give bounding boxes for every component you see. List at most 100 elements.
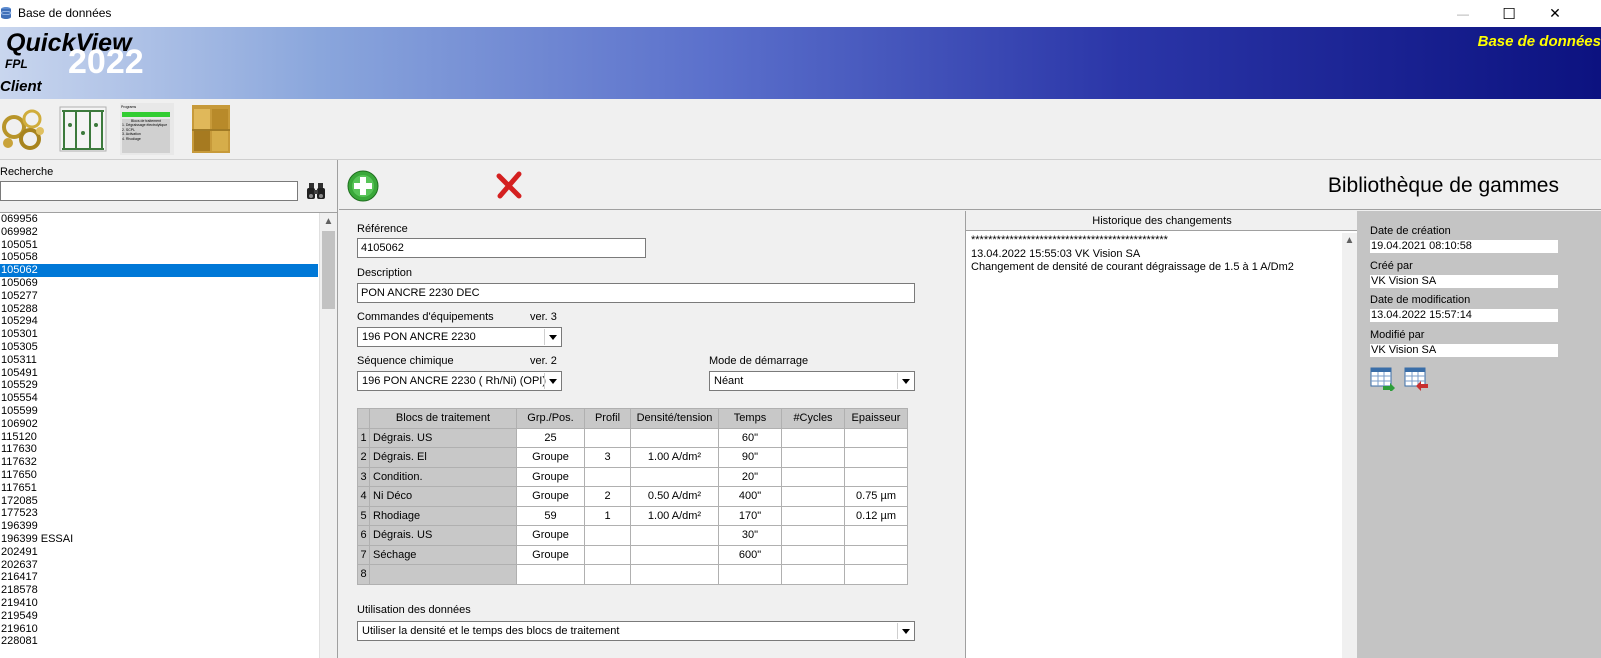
cell-block[interactable] xyxy=(369,564,517,585)
equipment-select[interactable]: 196 PON ANCRE 2230 xyxy=(357,327,562,347)
list-item[interactable]: 202637 xyxy=(0,559,318,572)
table-row[interactable]: 2 Dégrais. El Groupe 3 1.00 A/dm² 90" xyxy=(357,447,908,468)
cell-profile[interactable] xyxy=(584,466,631,487)
list-item[interactable]: 105554 xyxy=(0,392,318,405)
list-item[interactable]: 216417 xyxy=(0,571,318,584)
list-item[interactable]: 228081 xyxy=(0,635,318,648)
cell-cycles[interactable] xyxy=(781,544,845,565)
cell-profile[interactable]: 2 xyxy=(584,486,631,507)
table-import-icon[interactable] xyxy=(1370,367,1396,391)
list-item[interactable]: 105069 xyxy=(0,277,318,290)
table-row[interactable]: 3 Condition. Groupe 20" xyxy=(357,466,908,487)
cell-density[interactable] xyxy=(630,427,719,448)
cell-time[interactable]: 60" xyxy=(718,427,782,448)
cell-cycles[interactable] xyxy=(781,447,845,468)
table-row[interactable]: 5 Rhodiage 59 1 1.00 A/dm² 170" 0.12 µm xyxy=(357,505,908,526)
list-item[interactable]: 105599 xyxy=(0,405,318,418)
cell-block[interactable]: Ni Déco xyxy=(369,486,517,507)
list-item[interactable]: 117630 xyxy=(0,443,318,456)
cell-density[interactable]: 0.50 A/dm² xyxy=(630,486,719,507)
cell-block[interactable]: Rhodiage xyxy=(369,505,517,526)
cell-group[interactable]: Groupe xyxy=(516,466,585,487)
list-scrollbar[interactable]: ▲ xyxy=(319,213,337,658)
list-item[interactable]: 172085 xyxy=(0,495,318,508)
cell-block[interactable]: Dégrais. US xyxy=(369,427,517,448)
list-item[interactable]: 105277 xyxy=(0,290,318,303)
cell-density[interactable]: 1.00 A/dm² xyxy=(630,505,719,526)
cell-profile[interactable]: 1 xyxy=(584,505,631,526)
reference-list[interactable]: 069956 069982 105051 105058 105062 105069 1052… xyxy=(0,212,337,658)
column-header-block[interactable]: Blocs de traitement xyxy=(369,408,517,429)
cell-group[interactable]: 25 xyxy=(516,427,585,448)
column-header-cycles[interactable]: #Cycles xyxy=(781,408,845,429)
cell-thickness[interactable] xyxy=(844,427,908,448)
list-item[interactable]: 117632 xyxy=(0,456,318,469)
list-item[interactable]: 105058 xyxy=(0,251,318,264)
list-item[interactable]: 105294 xyxy=(0,315,318,328)
list-item[interactable]: 105491 xyxy=(0,367,318,380)
scroll-up-icon[interactable]: ▲ xyxy=(1342,233,1357,249)
cell-thickness[interactable] xyxy=(844,544,908,565)
binoculars-icon[interactable] xyxy=(306,180,326,202)
cell-group[interactable]: Groupe xyxy=(516,486,585,507)
archive-tool-button[interactable] xyxy=(188,103,234,155)
column-header-thickness[interactable]: Epaisseur xyxy=(844,408,908,429)
search-input[interactable] xyxy=(0,181,298,201)
chevron-down-icon[interactable] xyxy=(897,373,913,389)
cell-thickness[interactable] xyxy=(844,525,908,546)
cell-time[interactable]: 20" xyxy=(718,466,782,487)
list-item[interactable]: 105288 xyxy=(0,303,318,316)
cell-density[interactable] xyxy=(630,525,719,546)
cell-cycles[interactable] xyxy=(781,525,845,546)
reference-field[interactable]: 4105062 xyxy=(357,238,646,258)
cell-cycles[interactable] xyxy=(781,466,845,487)
table-export-icon[interactable] xyxy=(1404,367,1430,391)
list-item[interactable]: 105305 xyxy=(0,341,318,354)
list-item[interactable]: 069956 xyxy=(0,213,318,226)
column-header-density[interactable]: Densité/tension xyxy=(630,408,719,429)
cell-density[interactable] xyxy=(630,544,719,565)
cell-time[interactable] xyxy=(718,564,782,585)
cell-block[interactable]: Séchage xyxy=(369,544,517,565)
minimize-button[interactable]: — xyxy=(1440,0,1486,27)
history-text[interactable]: ****************************************… xyxy=(971,234,1341,275)
list-item[interactable]: 106902 xyxy=(0,418,318,431)
cell-cycles[interactable] xyxy=(781,486,845,507)
start-mode-select[interactable]: Néant xyxy=(709,371,915,391)
list-item[interactable]: 105051 xyxy=(0,239,318,252)
treatment-blocks-grid[interactable]: Blocs de traitement Grp./Pos. Profil Den… xyxy=(357,408,908,585)
cell-block[interactable]: Dégrais. El xyxy=(369,447,517,468)
cell-thickness[interactable]: 0.75 µm xyxy=(844,486,908,507)
cell-cycles[interactable] xyxy=(781,505,845,526)
chevron-down-icon[interactable] xyxy=(897,623,913,639)
cell-block[interactable]: Condition. xyxy=(369,466,517,487)
table-row[interactable]: 1 Dégrais. US 25 60" xyxy=(357,427,908,448)
rack-tool-button[interactable] xyxy=(58,103,108,155)
cell-thickness[interactable] xyxy=(844,447,908,468)
list-item[interactable]: 117651 xyxy=(0,482,318,495)
column-header-profile[interactable]: Profil xyxy=(584,408,631,429)
cell-profile[interactable]: 3 xyxy=(584,447,631,468)
program-tool-button[interactable]: Programs Blocs de traitement 1. Dégraiss… xyxy=(120,103,174,155)
delete-icon[interactable] xyxy=(495,170,525,200)
cell-density[interactable] xyxy=(630,466,719,487)
list-item[interactable]: 219549 xyxy=(0,610,318,623)
list-item[interactable]: 196399 xyxy=(0,520,318,533)
list-item[interactable]: 115120 xyxy=(0,431,318,444)
data-usage-select[interactable]: Utiliser la densité et le temps des bloc… xyxy=(357,621,915,641)
cell-block[interactable]: Dégrais. US xyxy=(369,525,517,546)
scroll-up-icon[interactable]: ▲ xyxy=(320,213,337,230)
cell-thickness[interactable] xyxy=(844,466,908,487)
list-item[interactable]: 117650 xyxy=(0,469,318,482)
table-row[interactable]: 7 Séchage Groupe 600" xyxy=(357,544,908,565)
add-icon[interactable] xyxy=(347,170,379,202)
parts-tool-button[interactable] xyxy=(0,103,46,155)
column-header-time[interactable]: Temps xyxy=(718,408,782,429)
cell-density[interactable]: 1.00 A/dm² xyxy=(630,447,719,468)
cell-density[interactable] xyxy=(630,564,719,585)
chevron-down-icon[interactable] xyxy=(544,373,560,389)
list-item[interactable]: 219410 xyxy=(0,597,318,610)
list-item[interactable]: 105301 xyxy=(0,328,318,341)
cell-group[interactable]: 59 xyxy=(516,505,585,526)
list-item[interactable]: 196399 ESSAI xyxy=(0,533,318,546)
